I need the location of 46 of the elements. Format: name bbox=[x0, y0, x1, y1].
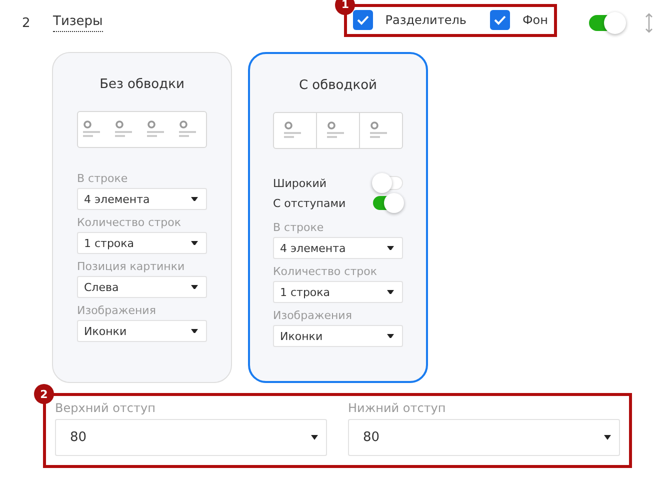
toggle-label: Широкий bbox=[273, 176, 327, 190]
section-number: 2 bbox=[22, 16, 32, 30]
select-field[interactable]: 1 строка bbox=[77, 232, 207, 254]
select-field[interactable]: 80 bbox=[348, 419, 620, 456]
select-label: В строке bbox=[77, 172, 129, 185]
layout-card[interactable]: Без обводки В строке 4 элемента Количество строк 1 строка Позиция картинки Слева Изображения Иконки bbox=[52, 52, 232, 383]
callout-badge: 2 bbox=[34, 384, 54, 404]
caret-icon bbox=[191, 328, 198, 334]
caret-icon bbox=[191, 240, 198, 246]
card-title: Без обводки bbox=[100, 77, 184, 92]
caret-icon bbox=[387, 334, 394, 338]
select-label: Изображения bbox=[273, 309, 353, 322]
select-label: Верхний отступ bbox=[55, 401, 156, 415]
select-field[interactable]: Слева bbox=[77, 276, 207, 298]
caret-icon bbox=[191, 284, 198, 290]
select-label: Изображения bbox=[77, 304, 157, 317]
select-field[interactable]: 4 элемента bbox=[77, 188, 207, 210]
section-title[interactable]: Тизеры bbox=[53, 14, 103, 32]
caret-icon bbox=[387, 246, 394, 250]
caret-icon bbox=[311, 435, 318, 440]
card-title: С обводкой bbox=[298, 78, 378, 93]
checkbox-label: Фон bbox=[522, 13, 548, 27]
select-label: Нижний отступ bbox=[348, 401, 447, 415]
select-field[interactable]: 4 элемента bbox=[273, 237, 403, 259]
checkbox[interactable] bbox=[490, 10, 510, 30]
select-label: Количество строк bbox=[273, 265, 378, 278]
callout-badge: 1 bbox=[335, 0, 356, 14]
checkbox[interactable] bbox=[353, 10, 374, 30]
select-field[interactable]: Иконки bbox=[273, 325, 403, 347]
caret-icon bbox=[191, 196, 198, 202]
caret-icon bbox=[604, 435, 611, 440]
checkbox-label: Разделитель bbox=[385, 13, 466, 27]
layout-card[interactable]: С обводкой Широкий С отступами В строке 4 элемента Количество строк 1 строка Изображения Иконки bbox=[248, 52, 428, 383]
check-icon bbox=[357, 15, 370, 25]
caret-icon bbox=[387, 290, 394, 294]
select-label: В строке bbox=[273, 221, 325, 234]
toggle-switch[interactable] bbox=[589, 15, 625, 31]
toggle-switch[interactable] bbox=[373, 196, 403, 210]
select-field[interactable]: 80 bbox=[55, 419, 327, 456]
toggle-label: С отступами bbox=[273, 196, 346, 210]
select-label: Позиция картинки bbox=[77, 260, 186, 273]
select-field[interactable]: Иконки bbox=[77, 320, 207, 342]
drag-handle-icon[interactable] bbox=[645, 13, 653, 33]
select-field[interactable]: 1 строка bbox=[273, 281, 403, 303]
select-label: Количество строк bbox=[77, 216, 182, 229]
check-icon bbox=[494, 15, 506, 25]
